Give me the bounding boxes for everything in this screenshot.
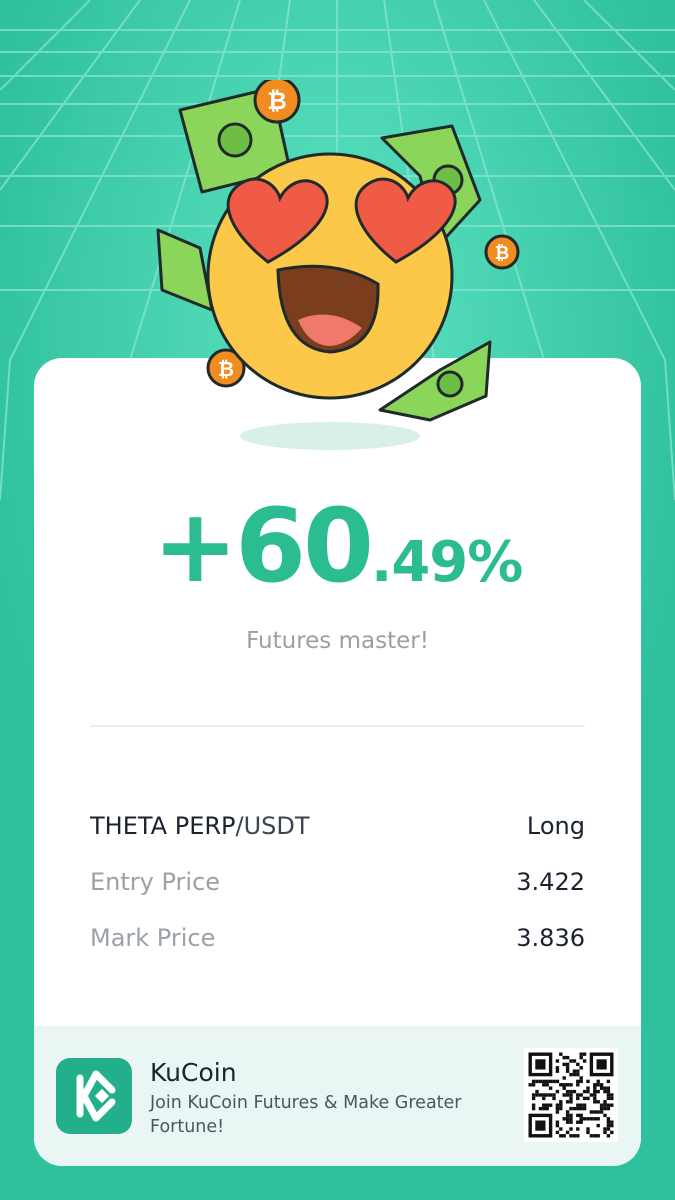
entry-price-value: 3.422 xyxy=(516,868,585,896)
pnl-percentage: +60.49% xyxy=(0,496,675,598)
svg-text:₿: ₿ xyxy=(267,87,287,115)
entry-price-row: Entry Price 3.422 xyxy=(90,868,585,902)
symbol-main: THETA PERP xyxy=(90,812,236,840)
bitcoin-coin-icon: ₿ xyxy=(484,234,520,270)
symbol: THETA PERP/USDT xyxy=(90,812,310,840)
mark-price-value: 3.836 xyxy=(516,924,585,952)
svg-text:₿: ₿ xyxy=(495,243,510,264)
pnl-integer: +60 xyxy=(152,487,374,606)
brand-name: KuCoin xyxy=(150,1058,237,1087)
svg-text:₿: ₿ xyxy=(218,357,234,381)
symbol-quote: /USDT xyxy=(235,812,310,840)
position-side: Long xyxy=(526,812,585,840)
subtitle: Futures master! xyxy=(246,628,429,654)
entry-price-label: Entry Price xyxy=(90,868,221,896)
mark-price-label: Mark Price xyxy=(90,924,216,952)
pnl-decimal: .49% xyxy=(371,530,523,595)
position-row: THETA PERP/USDT Long xyxy=(90,812,585,846)
heart-eyes-emoji-icon: ₿ ₿ ₿ xyxy=(156,80,520,450)
promo-footer: KuCoin Join KuCoin Futures & Make Greate… xyxy=(34,1026,641,1166)
money-bill-icon xyxy=(156,228,214,312)
tagline: Join KuCoin Futures & Make Greater Fortu… xyxy=(150,1093,462,1137)
mark-price-row: Mark Price 3.836 xyxy=(90,924,585,958)
divider xyxy=(90,725,585,727)
qr-code-icon xyxy=(524,1048,618,1142)
bitcoin-coin-icon: ₿ xyxy=(253,80,301,124)
kucoin-logo-icon xyxy=(56,1058,132,1134)
